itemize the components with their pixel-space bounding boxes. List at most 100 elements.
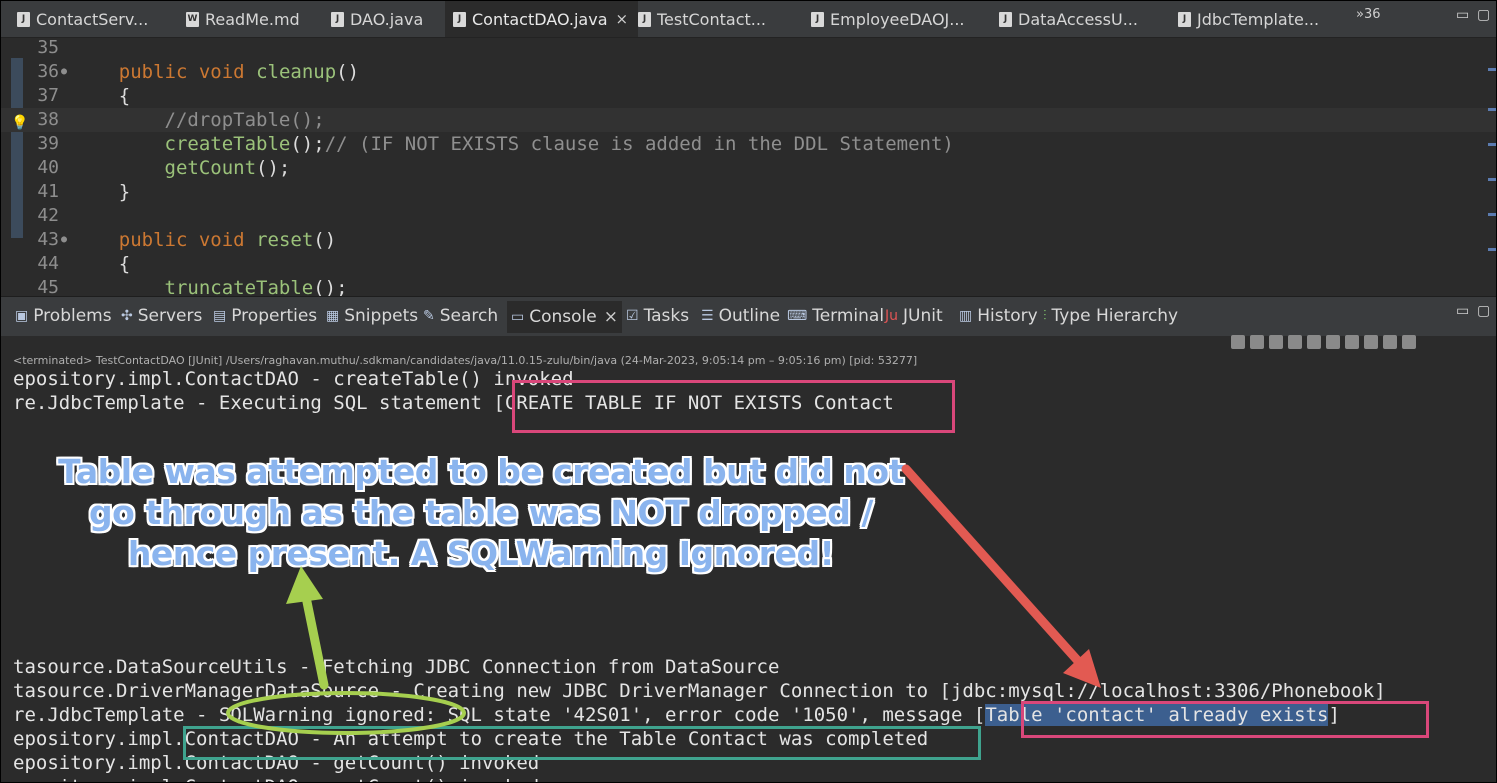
method-call: getCount: [164, 157, 257, 179]
pin-console-icon[interactable]: [1364, 335, 1378, 349]
minimize-icon[interactable]: ▭: [1456, 7, 1469, 23]
word-wrap-icon[interactable]: [1326, 335, 1340, 349]
line-number: 42: [37, 205, 59, 226]
tab-label: ContactServ...: [36, 9, 149, 29]
ruler-marker[interactable]: [1488, 143, 1496, 146]
tab-label: History: [977, 306, 1038, 326]
tab-outline[interactable]: ☰ Outline: [701, 306, 780, 326]
history-icon: ▥: [959, 308, 973, 324]
tab-history[interactable]: ▥ History: [959, 306, 1038, 326]
method-name: cleanup: [256, 61, 337, 83]
tab-type-hierarchy[interactable]: ⫶ Type Hierarchy: [1043, 306, 1178, 326]
tab-dataaccessu[interactable]: J DataAccessU...: [999, 1, 1138, 37]
tab-search[interactable]: ✎ Search: [423, 306, 498, 326]
tab-label: EmployeeDAOJ...: [830, 9, 965, 29]
stop-icon[interactable]: [1231, 335, 1245, 349]
display-console-icon[interactable]: [1383, 335, 1397, 349]
code-editor[interactable]: 35 36 ● public void cleanup() 37 { 💡 38 //…: [1, 37, 1496, 299]
tab-contactdao[interactable]: J ContactDAO.java ×: [445, 1, 639, 37]
scroll-lock-icon[interactable]: [1307, 335, 1321, 349]
tab-console[interactable]: ▭ Console ×: [507, 301, 622, 333]
properties-icon: ▤: [213, 308, 227, 324]
java-file-icon: J: [453, 11, 466, 27]
tab-contactserv[interactable]: J ContactServ...: [17, 1, 148, 37]
close-icon[interactable]: ×: [616, 10, 629, 28]
line-number: 43: [37, 229, 59, 250]
close-icon[interactable]: ×: [604, 307, 618, 327]
remove-launch-icon[interactable]: [1250, 335, 1264, 349]
tab-dao[interactable]: J DAO.java: [331, 1, 423, 37]
fold-icon[interactable]: ●: [61, 228, 67, 252]
maximize-icon[interactable]: ▢: [1477, 303, 1490, 319]
keyword: public: [118, 229, 188, 251]
tab-terminal[interactable]: ⌨ Terminal: [787, 306, 884, 326]
markdown-file-icon: W: [186, 11, 199, 27]
method-name: reset: [256, 229, 314, 251]
code-line: 43 ● public void reset(): [1, 228, 1496, 252]
console-line: tasource.DriverManagerDataSource - Creat…: [13, 680, 1386, 702]
tab-label: Type Hierarchy: [1051, 306, 1179, 326]
java-file-icon: J: [17, 11, 30, 27]
line-number: 39: [37, 133, 59, 154]
tab-label: DataAccessU...: [1018, 9, 1138, 29]
ruler-marker[interactable]: [1488, 108, 1496, 111]
tab-label: Problems: [33, 306, 112, 326]
line-number: 40: [37, 157, 59, 178]
console-text: epository.impl.: [13, 728, 185, 750]
java-file-icon: J: [811, 11, 824, 27]
overview-ruler[interactable]: [1486, 48, 1496, 278]
tab-servers[interactable]: ✣ Servers: [121, 306, 202, 326]
line-number: 36: [37, 61, 59, 82]
annotation-callout: Table was attempted to be created but di…: [58, 452, 904, 573]
ruler-marker[interactable]: [1488, 178, 1496, 181]
remove-all-icon[interactable]: [1269, 335, 1283, 349]
line-number: 38: [37, 109, 59, 130]
code-line: 36 ● public void cleanup(): [1, 60, 1496, 84]
console-icon: ▭: [511, 309, 525, 325]
minimize-icon[interactable]: ▭: [1456, 303, 1469, 319]
ruler-marker[interactable]: [1488, 68, 1496, 71]
tab-snippets[interactable]: ▦ Snippets: [326, 306, 418, 326]
tab-testcontact[interactable]: J TestContact...: [638, 1, 766, 37]
console-line: epository.impl.ContactDAO - createTable(…: [13, 368, 574, 390]
console-line: epository.impl.ContactDAO - An attempt t…: [13, 727, 928, 751]
tab-label: JUnit: [903, 306, 943, 326]
open-console-icon[interactable]: [1402, 335, 1416, 349]
tab-label: Console: [529, 307, 597, 327]
console-toolbar: [1231, 331, 1491, 353]
show-console-icon[interactable]: [1345, 335, 1359, 349]
tab-jdbctemplate[interactable]: J JdbcTemplate...: [1178, 1, 1319, 37]
ide-window: J ContactServ... W ReadMe.md J DAO.java J Co…: [0, 0, 1497, 783]
maximize-icon[interactable]: ▢: [1477, 7, 1490, 23]
tab-overflow-button[interactable]: »36: [1356, 7, 1381, 22]
code-line: 41 }: [1, 180, 1496, 204]
line-number: 41: [37, 181, 59, 202]
code-token: {: [118, 253, 131, 275]
ruler-marker[interactable]: [1488, 213, 1496, 216]
tab-tasks[interactable]: ☑ Tasks: [626, 306, 689, 326]
tab-readme[interactable]: W ReadMe.md: [186, 1, 300, 37]
console-line: epository.impl.ContactDAO - getCount() i…: [13, 752, 540, 774]
line-number: 35: [37, 37, 59, 58]
tab-junit[interactable]: Ju JUnit: [885, 306, 943, 326]
tab-properties[interactable]: ▤ Properties: [213, 306, 317, 326]
code-line: 40 getCount();: [1, 156, 1496, 180]
code-comment: //dropTable();: [164, 109, 325, 131]
code-token: (): [336, 61, 360, 83]
tab-employeedao[interactable]: J EmployeeDAOJ...: [811, 1, 965, 37]
fold-icon[interactable]: ●: [61, 60, 67, 84]
outline-icon: ☰: [701, 308, 714, 324]
tab-label: Tasks: [643, 306, 690, 326]
ruler-marker[interactable]: [1488, 248, 1496, 251]
search-icon: ✎: [423, 308, 435, 324]
tab-label: ReadMe.md: [205, 9, 300, 29]
clear-console-icon[interactable]: [1288, 335, 1302, 349]
editor-tab-bar: J ContactServ... W ReadMe.md J DAO.java J Co…: [1, 1, 1496, 38]
tab-label: Search: [439, 306, 499, 326]
line-number: 37: [37, 85, 59, 106]
hierarchy-icon: ⫶: [1043, 308, 1047, 324]
console-line: epository.impl.ContactDAO - getCount() i…: [13, 775, 539, 782]
tab-problems[interactable]: ▣ Problems: [15, 306, 112, 326]
console-text: ContactDAO - An attempt to create the Ta…: [184, 728, 929, 750]
console-text: re.JdbcTemplate - SQLWarning ignored: SQ…: [13, 704, 986, 726]
